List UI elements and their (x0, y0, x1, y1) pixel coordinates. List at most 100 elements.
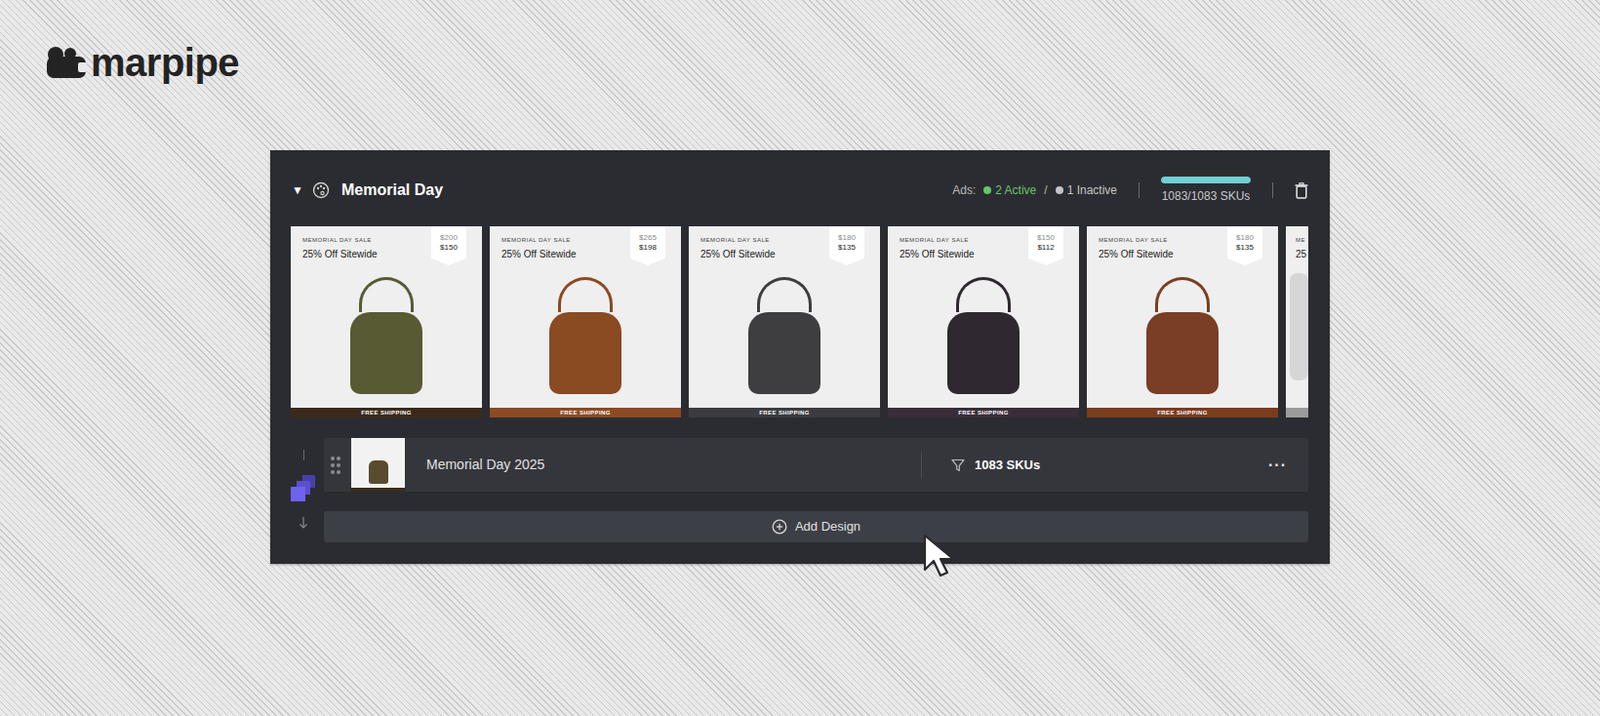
ad-footer: FREE SHIPPING (489, 407, 681, 418)
down-arrow-icon (298, 517, 309, 529)
design-section: Memorial Day 2025 1083 SKUs ··· Add Design (290, 438, 1309, 543)
more-button[interactable]: ··· (1268, 453, 1309, 478)
connector-line (303, 449, 305, 461)
product-shape (748, 277, 821, 395)
status-text: 2 Active (995, 181, 1037, 200)
design-list: Memorial Day 2025 1083 SKUs ··· Add Design (323, 438, 1309, 543)
bag-strap (956, 277, 1011, 313)
design-gutter (290, 438, 317, 543)
new-price: $198 (630, 242, 666, 253)
divider (1272, 182, 1274, 199)
bag-body (1146, 312, 1219, 395)
price-tag: $180$135 (1227, 226, 1263, 266)
bag-strap (359, 277, 414, 313)
status-text: 1 Inactive (1067, 181, 1118, 200)
product-photo (1285, 261, 1309, 408)
ad-footer: FREE SHIPPING (290, 407, 482, 418)
campaign-title: Memorial Day (341, 178, 443, 202)
status-dot (983, 186, 992, 195)
price-tag: $200$150 (431, 226, 467, 266)
bag-strap (1155, 277, 1210, 313)
status-separator: / (1043, 181, 1047, 200)
ads-label: Ads: (952, 181, 976, 200)
progress-fill (1160, 176, 1251, 184)
price-tag: $265$198 (630, 226, 666, 266)
thumbnail-footer (351, 487, 405, 492)
sku-progress: 1083/1083 SKUs (1160, 176, 1251, 205)
design-name[interactable]: Memorial Day 2025 (426, 454, 545, 476)
product-photo (688, 261, 880, 408)
bag-body (549, 312, 622, 395)
ad-card[interactable]: MEMORIAL DAY SALE25% Off SitewideFREE SH… (489, 226, 681, 418)
expand-toggle[interactable]: ▼ (290, 184, 305, 197)
new-price: $135 (829, 242, 865, 253)
product-photo (290, 261, 482, 408)
new-price: $150 (431, 242, 467, 253)
drag-handle-icon[interactable] (323, 455, 342, 476)
campaign-stats: Ads: 2 Active / 1 Inactive 1083/1083 SKUs (952, 176, 1309, 205)
camera-logo-icon (45, 44, 87, 80)
sku-filter-count[interactable]: 1083 SKUs (974, 455, 1040, 476)
bag-strap (757, 277, 812, 313)
ad-label: ME (1295, 236, 1309, 245)
product-shape (1289, 273, 1309, 381)
bag-body (748, 312, 821, 395)
ad-card[interactable]: MEMORIAL DAY SALE25% Off SitewideFREE SH… (290, 226, 482, 418)
design-info: Memorial Day 2025 (323, 438, 921, 492)
filter-icon[interactable] (951, 458, 965, 473)
price-tag: $180$135 (829, 226, 865, 266)
product-shape (350, 277, 423, 395)
sku-count: 1083/1083 SKUs (1161, 187, 1251, 205)
thumbnail-bag (368, 460, 389, 484)
product-photo (887, 261, 1080, 408)
divider (1138, 182, 1140, 199)
bag-strap (558, 277, 613, 313)
status-dot (1055, 186, 1064, 195)
old-price: $200 (431, 233, 467, 243)
divider (920, 451, 922, 480)
ad-strip: MEMORIAL DAY SALE25% Off SitewideFREE SH… (290, 226, 1309, 418)
old-price: $150 (1028, 233, 1064, 243)
ad-footer: FREE SHIPPING (688, 407, 880, 418)
ad-card[interactable]: ME25 (1285, 226, 1309, 418)
ad-card[interactable]: MEMORIAL DAY SALE25% Off SitewideFREE SH… (1086, 226, 1279, 418)
thumbnail-photo (351, 438, 405, 488)
mouse-cursor-icon (921, 532, 961, 578)
ad-card[interactable]: MEMORIAL DAY SALE25% Off SitewideFREE SH… (887, 226, 1080, 418)
progress-track (1160, 176, 1251, 184)
add-design-button[interactable]: Add Design (323, 511, 1309, 543)
ad-footer: FREE SHIPPING (887, 407, 1080, 418)
product-shape (549, 277, 622, 395)
campaign-header: ▼ Memorial Day Ads: 2 Active / 1 Inactive 1083… (290, 171, 1309, 209)
campaign-heading: ▼ Memorial Day (290, 178, 443, 202)
bag-body (947, 312, 1020, 395)
ad-footer (1285, 407, 1309, 418)
product-photo (489, 261, 681, 408)
campaign-panel: ▼ Memorial Day Ads: 2 Active / 1 Inactive 1083… (270, 150, 1330, 564)
triangle-icon[interactable]: ▼ (291, 184, 304, 197)
old-price: $180 (829, 233, 865, 243)
ad-card[interactable]: MEMORIAL DAY SALE25% Off SitewideFREE SH… (688, 226, 880, 418)
ad-footer: FREE SHIPPING (1086, 407, 1279, 418)
ad-headline: 25 (1295, 246, 1309, 262)
old-price: $180 (1227, 233, 1263, 243)
product-shape (1146, 277, 1219, 395)
new-price: $112 (1028, 242, 1064, 253)
brand-logo[interactable]: marpipe (0, 0, 1600, 82)
product-shape (947, 277, 1020, 395)
design-thumbnail[interactable] (351, 438, 405, 492)
palette-icon (312, 181, 330, 200)
bag-body (350, 312, 423, 395)
plus-circle-icon (771, 519, 788, 535)
design-row[interactable]: Memorial Day 2025 1083 SKUs ··· (323, 438, 1309, 492)
new-price: $135 (1227, 242, 1263, 253)
old-price: $265 (630, 233, 666, 243)
ads-status: Ads: 2 Active / 1 Inactive (952, 181, 1118, 200)
trash-icon[interactable] (1294, 182, 1309, 200)
add-design-label[interactable]: Add Design (795, 517, 861, 537)
ad-copy: ME25 (1285, 226, 1309, 262)
stack-icon (290, 475, 317, 503)
product-photo (1086, 261, 1279, 408)
brand-name: marpipe (90, 42, 240, 82)
price-tag: $150$112 (1028, 226, 1064, 266)
